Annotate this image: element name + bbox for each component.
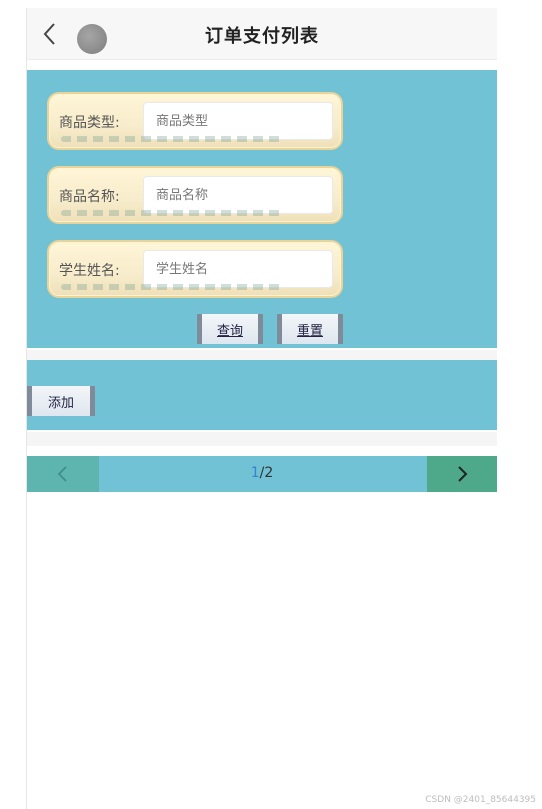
total-pages: /2 [259, 465, 274, 481]
product-type-input[interactable] [143, 102, 333, 140]
product-type-label: 商品类型: [59, 115, 120, 131]
query-button-label: 查询 [216, 323, 243, 339]
page-title: 订单支付列表 [205, 26, 319, 47]
reset-button-label: 重置 [296, 323, 323, 339]
student-name-input[interactable] [143, 250, 333, 288]
query-button[interactable]: 查询 [197, 314, 263, 344]
next-page-button[interactable] [427, 456, 497, 492]
product-name-label: 商品名称: [59, 189, 120, 205]
divider [27, 350, 497, 360]
action-bar: 添加 [27, 360, 497, 430]
phone-screen: 订单支付列表 商品类型: 商品名称: 学生姓名: 查询 重置 添加 [26, 8, 497, 809]
reset-button[interactable]: 重置 [277, 314, 343, 344]
add-button[interactable]: 添加 [27, 386, 95, 416]
student-name-label: 学生姓名: [59, 263, 120, 279]
navigation-bar: 订单支付列表 [27, 8, 497, 60]
product-type-field: 商品类型: [47, 92, 343, 150]
chevron-right-icon [458, 466, 468, 482]
divider [27, 432, 497, 446]
add-button-label: 添加 [47, 395, 74, 411]
pagination: 1/2 [27, 456, 497, 492]
product-name-field: 商品名称: [47, 166, 343, 224]
product-name-input[interactable] [143, 176, 333, 214]
watermark: CSDN @2401_85644395 [425, 795, 536, 805]
current-page: 1 [250, 465, 260, 481]
search-panel: 商品类型: 商品名称: 学生姓名: 查询 重置 [27, 70, 497, 348]
student-name-field: 学生姓名: [47, 240, 343, 298]
